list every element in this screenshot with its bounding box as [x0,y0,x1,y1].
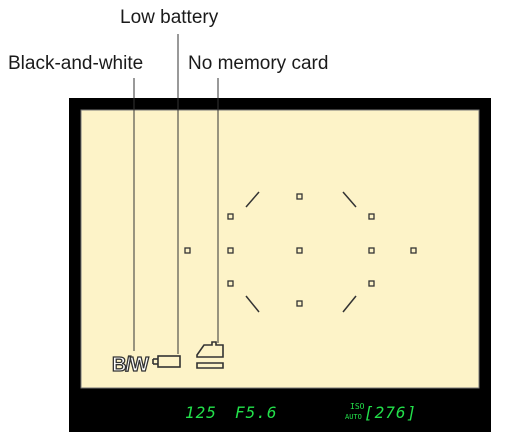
bw-indicator: B/W [112,354,149,376]
aperture: F5.6 [235,403,278,422]
viewfinder-diagram: B/W 125 F5.6 ISO AUTO [276] [69,34,491,432]
viewfinder-screen [80,109,480,389]
iso-label-bottom: AUTO [345,413,362,421]
shots-remaining: [276] [364,403,417,422]
iso-label-top: ISO [350,402,365,411]
shutter-speed: 125 [185,403,217,422]
